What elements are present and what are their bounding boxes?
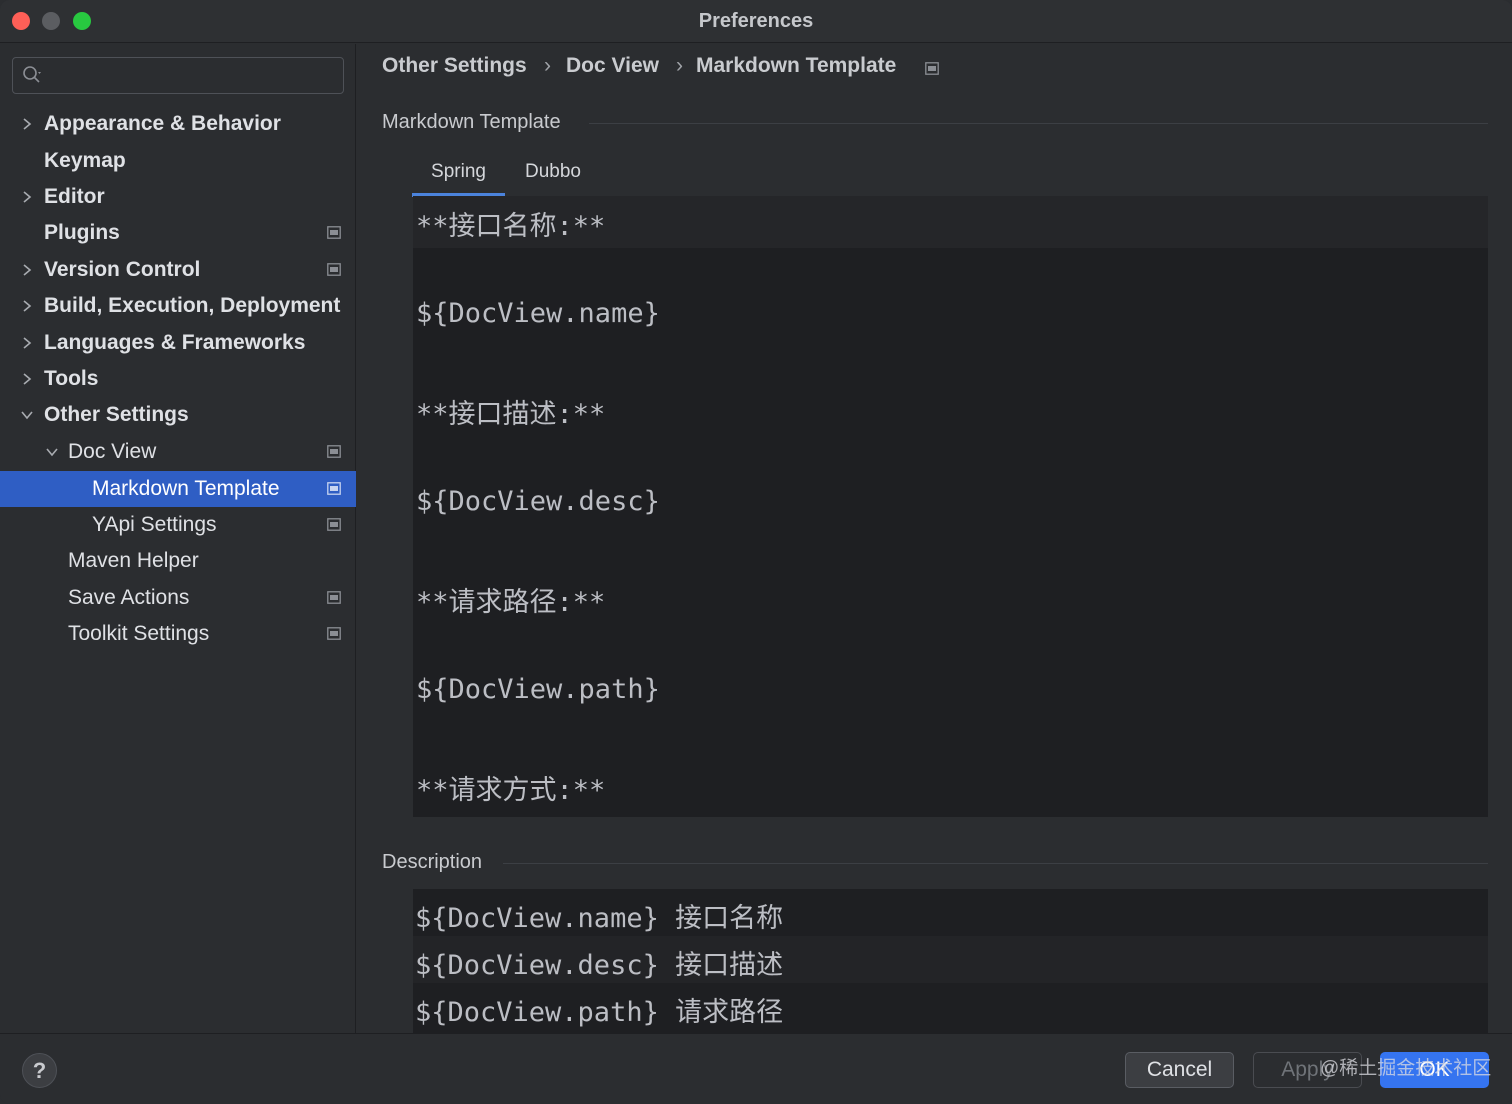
cancel-button[interactable]: Cancel [1125, 1052, 1234, 1088]
editor-line: ${DocView.desc} [416, 486, 660, 517]
sidebar-item-label: Languages & Frameworks [44, 331, 306, 354]
settings-search-input[interactable] [12, 57, 344, 94]
sidebar-item-tools[interactable]: Tools [0, 361, 356, 397]
sidebar-item-maven-helper[interactable]: Maven Helper [0, 543, 356, 579]
help-button[interactable]: ? [22, 1053, 57, 1088]
editor-line: ${DocView.path} [416, 674, 660, 705]
settings-sidebar: Appearance & Behavior Keymap Editor Plug… [0, 44, 356, 1033]
editor-line: **请求路径:** [416, 587, 606, 618]
title-bar: Preferences [0, 0, 1512, 43]
project-settings-icon [327, 627, 341, 640]
settings-content-panel: Other Settings › Doc View › Markdown Tem… [357, 44, 1512, 1033]
sidebar-item-yapi-settings[interactable]: YApi Settings [0, 507, 356, 543]
sidebar-item-keymap[interactable]: Keymap [0, 143, 356, 179]
description-row-text: ${DocView.path} 请求路径 [415, 997, 784, 1028]
sidebar-item-label: Version Control [44, 258, 201, 281]
tab-dubbo[interactable]: Dubbo [515, 160, 591, 196]
project-settings-icon [327, 445, 341, 458]
section-divider [503, 863, 1488, 864]
sidebar-item-label: Markdown Template [92, 477, 280, 500]
search-icon [23, 66, 41, 83]
project-settings-icon [327, 263, 341, 276]
breadcrumb-item-markdown-template: Markdown Template [696, 54, 897, 77]
sidebar-item-plugins[interactable]: Plugins [0, 215, 356, 251]
section-divider [589, 123, 1488, 124]
sidebar-item-save-actions[interactable]: Save Actions [0, 580, 356, 616]
sidebar-item-label: Save Actions [68, 586, 190, 609]
tab-spring[interactable]: Spring [412, 160, 505, 196]
sidebar-item-appearance-behavior[interactable]: Appearance & Behavior [0, 106, 356, 142]
breadcrumb-item-other-settings[interactable]: Other Settings [382, 54, 527, 78]
chevron-right-icon[interactable] [20, 299, 34, 313]
editor-line: **请求方式:** [416, 775, 606, 806]
chevron-right-icon[interactable] [20, 263, 34, 277]
project-settings-icon [327, 226, 341, 239]
chevron-down-icon[interactable] [20, 408, 34, 422]
breadcrumb-item-doc-view[interactable]: Doc View [566, 54, 659, 78]
section-title-markdown-template: Markdown Template [382, 111, 561, 133]
chevron-right-icon[interactable] [20, 372, 34, 386]
project-settings-icon [327, 518, 341, 531]
sidebar-item-label: Doc View [68, 440, 157, 463]
sidebar-item-label: Maven Helper [68, 549, 199, 572]
chevron-right-icon[interactable] [20, 117, 34, 131]
preferences-window: Preferences Appearance & Behavior Keymap… [0, 0, 1512, 1104]
sidebar-item-toolkit-settings[interactable]: Toolkit Settings [0, 616, 356, 652]
sidebar-item-doc-view[interactable]: Doc View [0, 434, 356, 470]
sidebar-item-label: YApi Settings [92, 513, 217, 536]
sidebar-item-version-control[interactable]: Version Control [0, 252, 356, 288]
sidebar-item-label: Keymap [44, 149, 126, 172]
sidebar-item-build-execution-deployment[interactable]: Build, Execution, Deployment [0, 288, 356, 324]
markdown-template-editor[interactable]: **接口名称:** ${DocView.name} **接口描述:** ${Do… [413, 196, 1488, 817]
breadcrumb-separator: › [544, 54, 551, 77]
description-row: ${DocView.path} 请求路径 [413, 983, 1488, 1030]
editor-line: **接口描述:** [416, 399, 606, 430]
sidebar-item-languages-frameworks[interactable]: Languages & Frameworks [0, 325, 356, 361]
sidebar-item-label: Other Settings [44, 403, 189, 426]
sidebar-item-other-settings[interactable]: Other Settings [0, 397, 356, 433]
breadcrumb-separator: › [676, 54, 683, 77]
dialog-footer: ? Cancel Apply OK @稀土掘金技术社区 [0, 1033, 1512, 1104]
description-row-text: ${DocView.desc} 接口描述 [415, 950, 784, 981]
project-settings-icon [925, 62, 939, 75]
chevron-right-icon[interactable] [20, 336, 34, 350]
sidebar-item-label: Build, Execution, Deployment [44, 294, 341, 317]
sidebar-item-label: Editor [44, 185, 105, 208]
sidebar-item-label: Toolkit Settings [68, 622, 210, 645]
sidebar-item-label: Appearance & Behavior [44, 112, 281, 135]
description-list: ${DocView.name} 接口名称 ${DocView.desc} 接口描… [413, 889, 1488, 1033]
sidebar-item-label: Plugins [44, 221, 120, 244]
description-row-text: ${DocView.name} 接口名称 [415, 903, 784, 934]
editor-line: **接口名称:** [416, 211, 606, 242]
description-row: ${DocView.name} 接口名称 [413, 889, 1488, 936]
description-row: ${DocView.desc} 接口描述 [413, 936, 1488, 983]
sidebar-item-editor[interactable]: Editor [0, 179, 356, 215]
project-settings-icon [327, 591, 341, 604]
window-title: Preferences [698, 10, 814, 32]
chevron-down-icon[interactable] [45, 445, 59, 459]
sidebar-item-markdown-template[interactable]: Markdown Template [0, 471, 356, 507]
chevron-right-icon[interactable] [20, 190, 34, 204]
editor-line: ${DocView.name} [416, 298, 660, 329]
watermark: @稀土掘金技术社区 [1320, 1058, 1492, 1079]
project-settings-icon [327, 482, 341, 495]
sidebar-item-label: Tools [44, 367, 99, 390]
section-title-description: Description [382, 851, 483, 873]
